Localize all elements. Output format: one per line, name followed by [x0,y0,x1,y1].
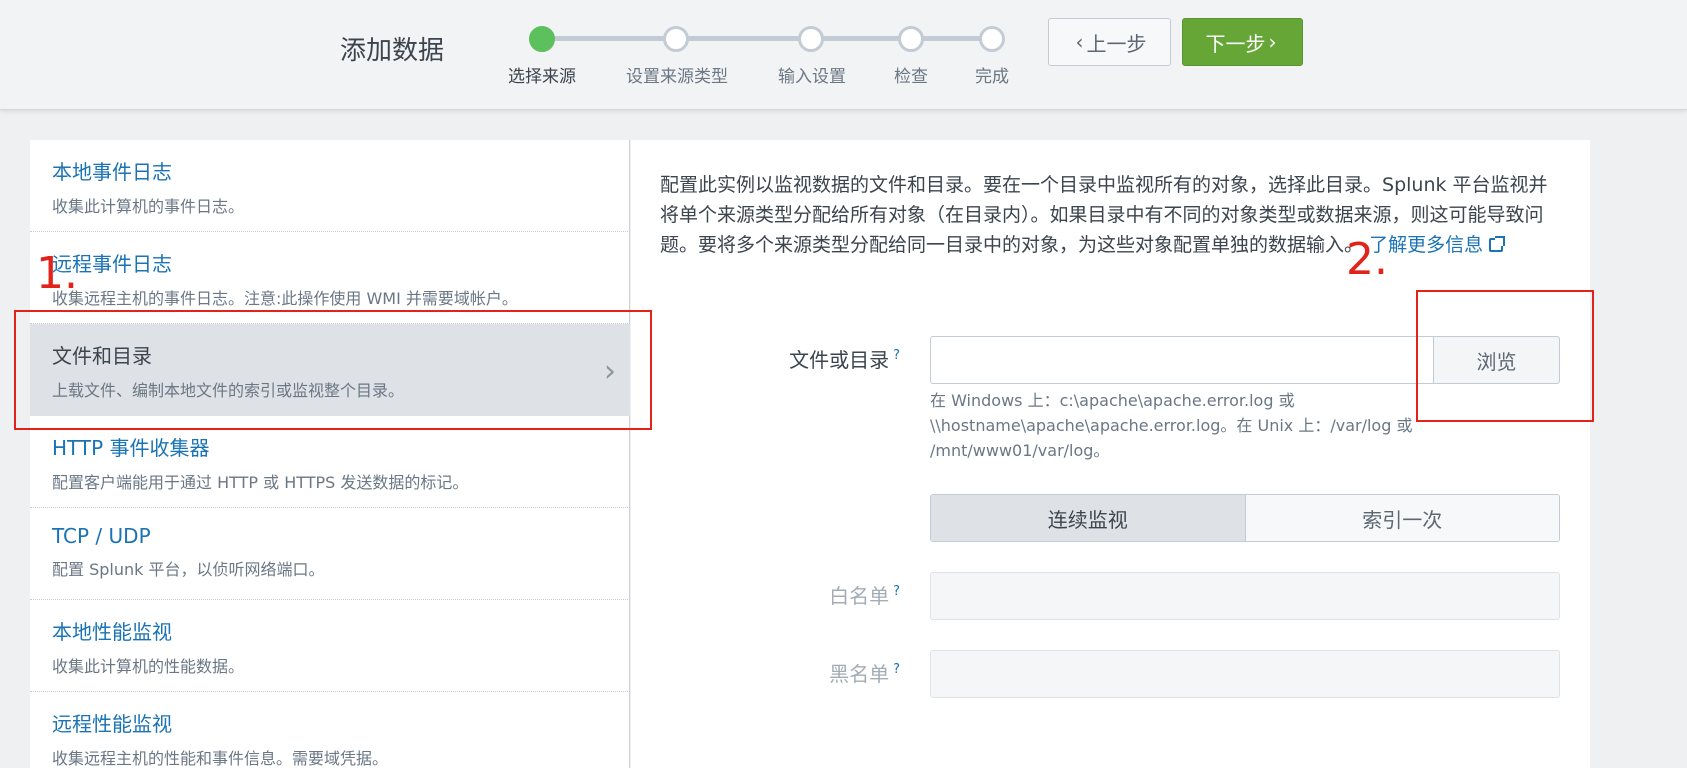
annotation-box-1 [14,310,652,430]
annotation-number-1: 1. [36,248,78,299]
blacklist-input[interactable] [930,650,1560,698]
continuous-monitor-button[interactable]: 连续监视 [931,495,1246,541]
source-description: 收集此计算机的事件日志。 [52,197,245,216]
source-description: 收集远程主机的性能和事件信息。需要域凭据。 [52,749,389,768]
wizard-connector [811,36,911,41]
chevron-right-icon: › [1268,30,1277,54]
annotation-box-2 [1416,290,1594,422]
source-title: 本地事件日志 [52,160,172,184]
wizard-step-dot-input [798,26,824,52]
previous-button-label: 上一步 [1086,31,1147,56]
wizard-step-dot-done [979,26,1005,52]
wizard-step-dot-source [529,26,555,52]
file-directory-label-text: 文件或目录 [789,348,890,372]
header-bar: 添加数据 选择来源 设置来源类型 输入设置 检查 完成 ‹ 上一步 下一步 › [0,0,1687,110]
source-item-local-event-log[interactable]: 本地事件日志 收集此计算机的事件日志。 [30,140,630,232]
whitelist-label-text: 白名单 [829,584,890,608]
wizard-step-dot-review [898,26,924,52]
previous-button[interactable]: ‹ 上一步 [1048,18,1171,66]
blacklist-label-text: 黑名单 [829,662,890,686]
source-title: 远程事件日志 [52,252,172,276]
file-directory-input[interactable] [930,336,1434,384]
blacklist-label: 黑名单? [680,658,900,687]
whitelist-label: 白名单? [680,580,900,609]
source-title: TCP / UDP [52,524,151,548]
external-link-icon [1489,236,1506,252]
monitor-mode-toggle: 连续监视 索引一次 [930,494,1560,542]
annotation-number-2: 2. [1346,234,1388,285]
help-icon[interactable]: ? [893,348,900,363]
next-button[interactable]: 下一步 › [1182,18,1303,66]
wizard-steps: 选择来源 设置来源类型 输入设置 检查 完成 [0,0,1687,110]
wizard-step-label: 设置来源类型 [626,67,728,87]
index-once-button[interactable]: 索引一次 [1245,495,1559,541]
wizard-step-label: 输入设置 [778,67,846,87]
wizard-step-label: 检查 [894,67,928,87]
wizard-connector [542,36,676,41]
help-icon[interactable]: ? [893,584,900,599]
source-title: 远程性能监视 [52,712,172,736]
wizard-step-label: 选择来源 [508,67,576,87]
file-directory-label: 文件或目录? [680,344,900,373]
source-description: 配置客户端能用于通过 HTTP 或 HTTPS 发送数据的标记。 [52,473,469,492]
whitelist-input[interactable] [930,572,1560,620]
source-title: 本地性能监视 [52,620,172,644]
wizard-step-label: 完成 [975,67,1009,87]
source-description: 收集远程主机的事件日志。注意:此操作使用 WMI 并需要域帐户。 [52,289,518,308]
help-icon[interactable]: ? [893,662,900,677]
config-description: 配置此实例以监视数据的文件和目录。要在一个目录中监视所有的对象，选择此目录。Sp… [660,170,1550,260]
chevron-left-icon: ‹ [1075,30,1084,54]
source-item-tcp-udp[interactable]: TCP / UDP 配置 Splunk 平台，以侦听网络端口。 [30,508,630,600]
wizard-step-dot-sourcetype [663,26,689,52]
source-description: 配置 Splunk 平台，以侦听网络端口。 [52,560,325,579]
source-title: HTTP 事件收集器 [52,436,210,460]
source-item-local-perfmon[interactable]: 本地性能监视 收集此计算机的性能数据。 [30,600,630,692]
wizard-connector [676,36,811,41]
learn-more-link[interactable]: 了解更多信息 [1369,234,1506,256]
path-hint: 在 Windows 上：c:\apache\apache.error.log 或… [930,391,1413,460]
next-button-label: 下一步 [1205,31,1266,56]
source-item-remote-perfmon[interactable]: 远程性能监视 收集远程主机的性能和事件信息。需要域凭据。 [30,692,630,768]
source-description: 收集此计算机的性能数据。 [52,657,245,676]
source-list: 本地事件日志 收集此计算机的事件日志。 远程事件日志 收集远程主机的事件日志。注… [30,140,630,768]
